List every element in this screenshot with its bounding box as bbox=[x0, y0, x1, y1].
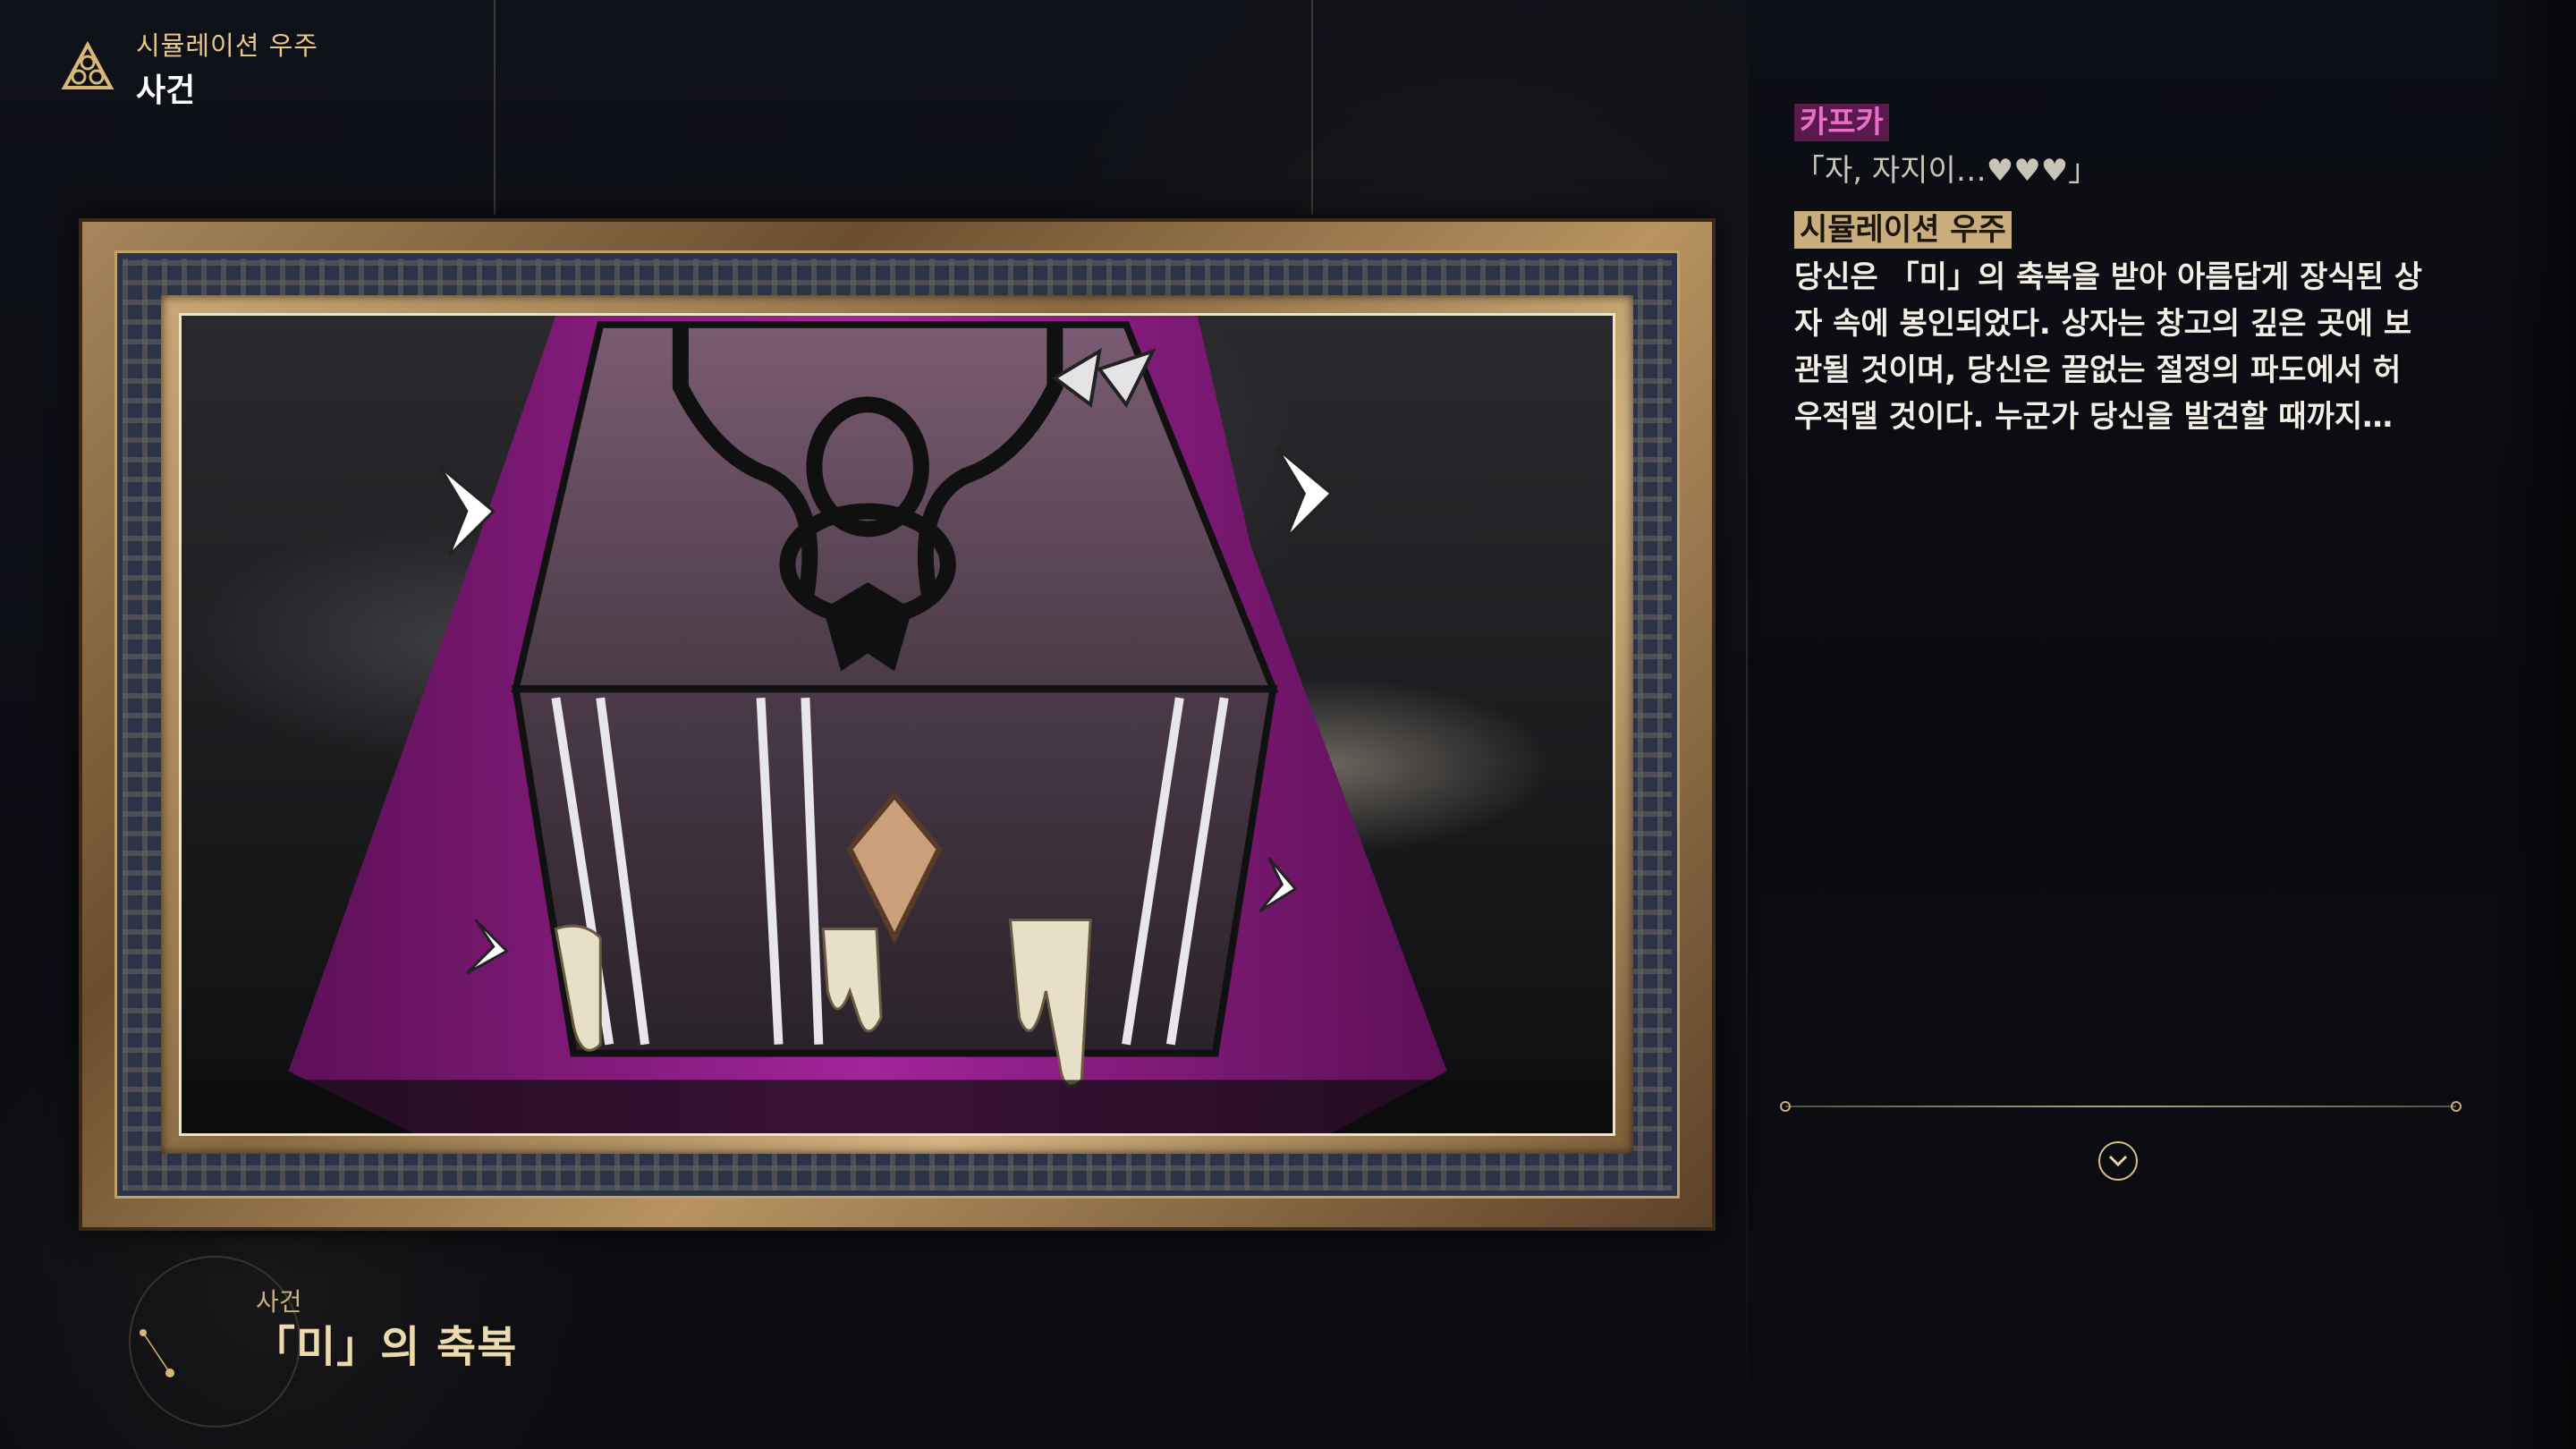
narration-line: 관될 것이며, 당신은 끝없는 절정의 파도에서 허 bbox=[1794, 352, 2402, 388]
page-header: 시뮬레이션 우주 사건 bbox=[59, 25, 318, 111]
event-title: 「미」의 축복 bbox=[252, 1322, 518, 1372]
dialogue-log: 카프카 「자, 자지이…♥♥♥」 시뮬레이션 우주 당신은 「미」의 축복을 받… bbox=[1794, 104, 2456, 440]
artwork-frame bbox=[79, 218, 1716, 1231]
panel-edge bbox=[1746, 0, 1748, 1449]
dialogue-entry: 카프카 「자, 자지이…♥♥♥」 bbox=[1794, 104, 2456, 191]
narration-line: 당신은 「미」의 축복을 받아 아름답게 장식된 상 bbox=[1794, 259, 2423, 295]
speaker-name: 시뮬레이션 우주 bbox=[1794, 211, 2012, 249]
narration-line: 자 속에 봉인되었다. 상자는 창고의 깊은 곳에 보 bbox=[1794, 306, 2412, 342]
narration-text: 당신은 「미」의 축복을 받아 아름답게 장식된 상 자 속에 봉인되었다. 상… bbox=[1794, 254, 2456, 440]
dialogue-entry: 시뮬레이션 우주 당신은 「미」의 축복을 받아 아름답게 장식된 상 자 속에… bbox=[1794, 211, 2456, 440]
simulated-universe-logo-icon bbox=[61, 40, 114, 89]
panel-shade bbox=[2492, 0, 2576, 1449]
header-subtitle: 시뮬레이션 우주 bbox=[136, 30, 318, 61]
narration-line: 우적댈 것이다. 누군가 당신을 발견할 때까지… bbox=[1794, 399, 2394, 435]
speaker-name: 카프카 bbox=[1794, 104, 1889, 141]
event-illustration bbox=[179, 313, 1615, 1136]
divider-end-dot bbox=[2451, 1101, 2462, 1112]
deco-line bbox=[1311, 0, 1313, 215]
page-title: 사건 bbox=[136, 72, 196, 109]
dialogue-divider bbox=[1785, 1106, 2456, 1107]
deco-line bbox=[494, 0, 496, 215]
divider-end-dot bbox=[1780, 1101, 1791, 1112]
gift-box-illustration bbox=[182, 316, 1613, 1133]
dialogue-text: 「자, 자지이…♥♥♥」 bbox=[1794, 153, 2099, 189]
chevron-down-circle-icon bbox=[2108, 1155, 2128, 1167]
continue-button[interactable] bbox=[2098, 1141, 2138, 1181]
